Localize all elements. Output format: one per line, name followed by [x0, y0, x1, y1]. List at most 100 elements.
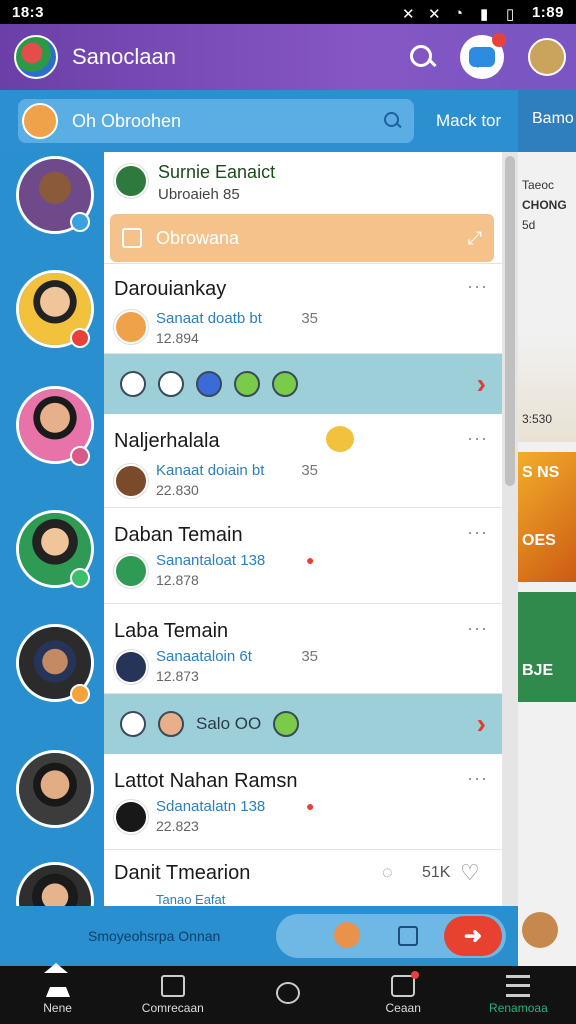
- more-options-icon[interactable]: ···: [467, 618, 488, 639]
- shield-icon[interactable]: [196, 371, 222, 397]
- nav-label: Renamoaa: [489, 1001, 548, 1015]
- more-options-icon[interactable]: ···: [467, 428, 488, 449]
- quick-actions-bar: Salo OO ›: [104, 694, 502, 754]
- avatar: [114, 800, 148, 834]
- scissors-icon[interactable]: [120, 711, 146, 737]
- background-text: 5d: [522, 218, 536, 232]
- list-item[interactable]: Surnie Eanaict Ubroaieh 85 Obrowana ⤢: [104, 152, 502, 264]
- avatar: [114, 164, 148, 198]
- more-options-icon[interactable]: ···: [467, 276, 488, 297]
- chat-bubble-icon: [469, 47, 495, 68]
- quick-actions-bar: ›: [104, 354, 502, 414]
- chevron-right-icon[interactable]: ›: [477, 708, 486, 740]
- status-badge: [70, 212, 90, 232]
- emoji-icon[interactable]: [158, 371, 184, 397]
- avatar: [114, 310, 148, 344]
- chat-time: 22.823: [156, 818, 199, 834]
- avatar: [114, 554, 148, 588]
- calendar-icon[interactable]: [398, 926, 418, 946]
- list-item[interactable]: Danit Tmearion ◌ 51K ♡ Tanao Eafat: [104, 850, 502, 906]
- list-item[interactable]: Laba Temain ··· Sanaataloin 6t 35 12.873: [104, 604, 502, 694]
- avatar: [22, 103, 58, 139]
- avatar: [114, 464, 148, 498]
- avatar: [522, 912, 558, 948]
- signal-icon: ▮: [479, 6, 489, 23]
- list-item[interactable]: Darouiankay ··· Sanaat doatb bt 35 12.89…: [104, 264, 502, 354]
- search-icon[interactable]: [406, 41, 438, 73]
- chat-name: Danit Tmearion: [114, 862, 251, 884]
- background-screen: Bamo Taeoc CHONG 5d 3:530 S NS OES BJE: [518, 24, 576, 966]
- background-text: CHONG: [522, 198, 567, 212]
- background-label: S NS: [522, 464, 560, 481]
- promo-banner[interactable]: Obrowana ⤢: [110, 214, 494, 262]
- list-item[interactable]: Daban Temain ··· Sanantaloat 138 ● 12.87…: [104, 508, 502, 604]
- more-options-icon[interactable]: ···: [467, 768, 488, 789]
- chat-preview: Sanaataloin 6t: [156, 648, 252, 665]
- nav-menu[interactable]: Renamoaa: [461, 966, 576, 1024]
- nav-label: Nene: [43, 1001, 72, 1015]
- message-count: 35: [301, 462, 318, 479]
- nav-gallery[interactable]: Comrecaan: [115, 966, 230, 1024]
- avatar: [528, 38, 566, 76]
- sticker-icon[interactable]: [234, 371, 260, 397]
- nav-label: Comrecaan: [141, 1001, 204, 1015]
- mark-link[interactable]: Mack tor: [436, 111, 501, 131]
- nav-camera[interactable]: Ceaan: [346, 966, 461, 1024]
- more-options-icon[interactable]: ···: [467, 522, 488, 543]
- status-badge: [70, 446, 90, 466]
- leaf-icon[interactable]: [273, 711, 300, 737]
- search-icon[interactable]: [382, 110, 404, 132]
- sticker-icon[interactable]: [334, 922, 360, 948]
- battery-icon: ▯: [505, 6, 515, 23]
- alert-icon: ●: [306, 552, 315, 568]
- list-item[interactable]: Lattot Nahan Ramsn ··· Sdanatalatn 138 ●…: [104, 754, 502, 850]
- contact-avatar[interactable]: [16, 750, 94, 828]
- chat-name: Naljerhalala: [114, 430, 220, 452]
- compose-actions: ➜: [276, 914, 506, 958]
- search-row: Oh Obroohen Mack tor: [0, 90, 518, 152]
- chat-time: 22.830: [156, 482, 199, 498]
- status-badge: [70, 684, 90, 704]
- nav-home[interactable]: Nene: [0, 963, 115, 1024]
- contacts-rail: [0, 152, 104, 940]
- new-message-button[interactable]: [460, 33, 506, 79]
- list-item[interactable]: Naljerhalala ··· Kanaat doiain bt 35 22.…: [104, 414, 502, 508]
- bottom-nav: Nene Comrecaan Ceaan Renamoaa: [0, 963, 576, 1024]
- avatar: [158, 711, 184, 737]
- chat-preview: Sanantaloat 138: [156, 552, 266, 569]
- chat-name: Darouiankay: [114, 278, 227, 300]
- heart-icon[interactable]: [272, 371, 298, 397]
- chat-preview: Sanaat doatb bt: [156, 310, 262, 327]
- search-placeholder: Oh Obroohen: [72, 110, 182, 131]
- chat-name: Surnie Eanaict: [158, 162, 276, 182]
- status-time-left: 18:3: [12, 3, 45, 21]
- chevron-right-icon[interactable]: ›: [477, 368, 486, 400]
- scrollbar-thumb[interactable]: [505, 156, 515, 486]
- background-image: BJE: [518, 592, 576, 702]
- notification-dot: [492, 33, 506, 47]
- status-bar: 18:3 ✕ ✕ ◔ ▮ ▯ 1:89: [0, 0, 576, 24]
- wifi-icon: ◔: [453, 5, 464, 22]
- menu-icon: [506, 975, 531, 997]
- message-count: 35: [301, 310, 318, 327]
- chat-preview: Tanao Eafat: [156, 892, 226, 906]
- background-label: OES: [522, 532, 556, 549]
- bluetooth-icon: ✕: [401, 6, 415, 23]
- message-count: 51K: [422, 864, 451, 881]
- scrollbar[interactable]: [502, 152, 518, 906]
- background-text: 3:530: [522, 412, 553, 426]
- nav-center[interactable]: [230, 966, 345, 1024]
- like-icon[interactable]: ◌: [382, 862, 393, 883]
- chat-name: Laba Temain: [114, 620, 229, 642]
- heart-icon[interactable]: ♡: [460, 860, 480, 886]
- background-image: S NS OES: [518, 452, 576, 582]
- search-input[interactable]: Oh Obroohen: [18, 99, 414, 143]
- chat-preview: Kanaat doiain bt: [156, 462, 265, 479]
- scissors-icon[interactable]: [120, 371, 146, 397]
- status-badge: [70, 568, 90, 588]
- chat-preview: Sdanatalatn 138: [156, 798, 266, 815]
- send-button[interactable]: ➜: [444, 916, 502, 956]
- compose-hint: Smoyeohsrpa Onnan: [88, 928, 221, 944]
- status-time-right: 1:89: [531, 3, 564, 21]
- alert-icon: ●: [306, 798, 315, 814]
